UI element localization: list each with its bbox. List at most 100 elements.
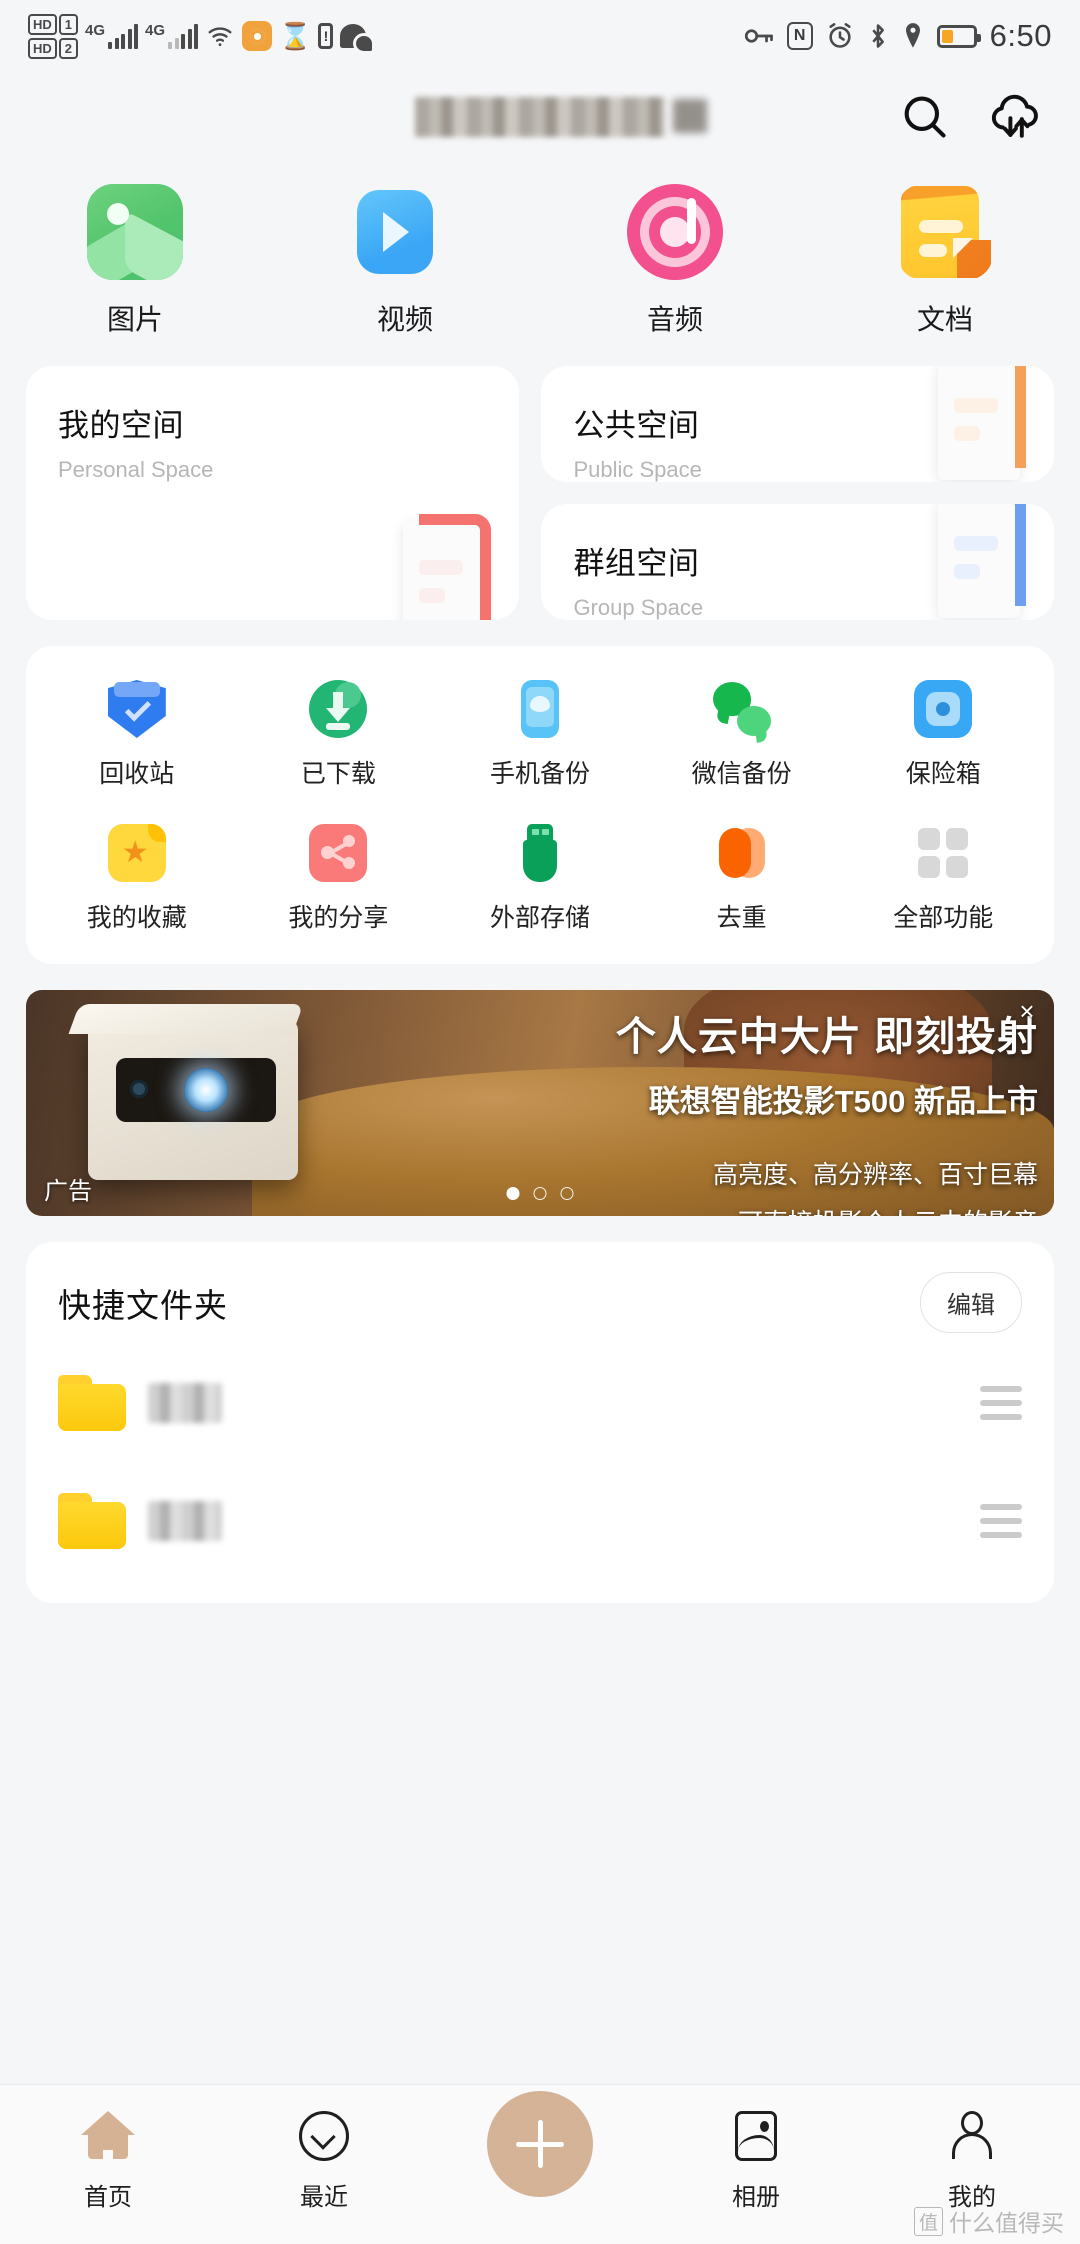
wechat-icon: [340, 24, 373, 51]
function-label: 全部功能: [893, 904, 994, 932]
function-label: 外部存储: [489, 904, 590, 932]
nfc-icon: N: [786, 22, 813, 50]
carousel-dot-2[interactable]: [533, 1187, 547, 1200]
nav-item-add[interactable]: [432, 2091, 648, 2211]
ad-projector-image: [68, 1004, 304, 1180]
nav-item-home[interactable]: 首页: [0, 2109, 216, 2212]
function-label: 去重: [716, 904, 767, 932]
wifi-icon: [205, 23, 235, 49]
function-label: 已下载: [300, 760, 376, 788]
status-bar-right: N 6:50: [744, 18, 1052, 54]
function-item-phone-backup[interactable]: 手机备份: [439, 680, 641, 790]
status-clock: 6:50: [989, 18, 1052, 53]
alarm-icon: [826, 22, 854, 50]
cloud-transfer-icon[interactable]: [988, 89, 1044, 145]
location-icon: [902, 22, 924, 50]
function-grid: 回收站 已下载 手机备份 微信备份 保险箱 ★ 我的收藏 我的分享 外部存储 去…: [26, 646, 1054, 964]
quick-folders-header: 快捷文件夹 编辑: [58, 1272, 1022, 1333]
category-item-documents[interactable]: 文档: [810, 184, 1080, 338]
category-label: 图片: [106, 304, 163, 335]
app-header: [0, 72, 1080, 162]
nav-label: 首页: [84, 2184, 132, 2211]
battery-icon: [936, 24, 981, 48]
function-label: 手机备份: [489, 760, 590, 788]
sim-label-2: 2: [58, 37, 79, 59]
my-shares-icon: [309, 824, 368, 882]
quick-folders-card: 快捷文件夹 编辑: [26, 1242, 1054, 1603]
add-icon[interactable]: [487, 2091, 593, 2197]
space-card-public[interactable]: 公共空间 Public Space: [541, 366, 1054, 482]
picture-icon: [87, 184, 183, 280]
space-subtitle: Personal Space: [58, 457, 214, 482]
function-item-deduplicate[interactable]: 去重: [641, 824, 843, 934]
public-space-art-icon: [938, 366, 1038, 482]
status-bar: HD 1 HD 2 4G 4G ⌛ ! N 6:50: [0, 0, 1080, 72]
bluetooth-icon: [867, 22, 889, 50]
sim-alert-icon: !: [318, 23, 334, 49]
category-row: 图片 视频 音频 文档: [0, 162, 1080, 366]
safe-box-icon: [914, 680, 973, 738]
function-item-downloaded[interactable]: 已下载: [238, 680, 440, 790]
phone-backup-icon: [511, 680, 569, 738]
category-item-pictures[interactable]: 图片: [0, 184, 270, 338]
space-card-personal[interactable]: 我的空间 Personal Space: [26, 366, 520, 620]
quick-folder-item[interactable]: [58, 1473, 1022, 1569]
carousel-dot-1[interactable]: [506, 1187, 520, 1200]
document-icon: [897, 184, 993, 280]
nav-item-recent[interactable]: 最近: [216, 2109, 432, 2212]
search-icon[interactable]: [896, 89, 952, 145]
carousel-dot-3[interactable]: [560, 1187, 574, 1200]
function-item-my-shares[interactable]: 我的分享: [238, 824, 440, 934]
network-type-1: 4G: [85, 22, 106, 39]
nav-item-profile[interactable]: 我的: [864, 2109, 1080, 2212]
page-title: [415, 97, 665, 137]
category-item-audio[interactable]: 音频: [540, 184, 810, 338]
quick-folder-item[interactable]: [58, 1355, 1022, 1451]
personal-space-art-icon: [403, 514, 503, 620]
function-label: 我的分享: [288, 904, 389, 932]
group-space-art-icon: [938, 504, 1038, 620]
recycle-bin-icon: [107, 680, 166, 738]
space-title: 我的空间: [58, 408, 184, 443]
category-item-videos[interactable]: 视频: [270, 184, 540, 338]
function-item-favorites[interactable]: ★ 我的收藏: [36, 824, 238, 934]
header-actions: [896, 89, 1044, 145]
sim-label-1: 1: [58, 13, 79, 35]
ad-headline: 个人云中大片 即刻投射: [615, 1015, 1038, 1059]
ad-carousel-dots[interactable]: [506, 1187, 574, 1200]
hd-label-2: HD: [28, 37, 57, 59]
close-icon[interactable]: ×: [1012, 996, 1042, 1026]
function-item-all-functions[interactable]: 全部功能: [842, 824, 1044, 934]
space-card-group[interactable]: 群组空间 Group Space: [541, 504, 1054, 620]
function-item-external-storage[interactable]: 外部存储: [439, 824, 641, 934]
favorites-icon: ★: [107, 824, 166, 882]
bottom-navigation: 首页 最近 相册 我的 值 什么值得买: [0, 2084, 1080, 2244]
video-icon: [357, 184, 453, 280]
signal-4g-1-icon: 4G: [85, 22, 139, 49]
watermark: 值 什么值得买: [913, 2204, 1064, 2238]
ad-label: 广告: [44, 1178, 92, 1205]
watermark-mark: 值: [913, 2206, 943, 2236]
status-bar-left: HD 1 HD 2 4G 4G ⌛ !: [28, 13, 373, 59]
hd-label-1: HD: [28, 13, 57, 35]
drag-handle-icon[interactable]: [980, 1504, 1022, 1538]
wechat-backup-icon: [712, 680, 771, 738]
nav-item-album[interactable]: 相册: [648, 2109, 864, 2212]
album-icon: [729, 2109, 783, 2163]
ad-banner[interactable]: 个人云中大片 即刻投射 联想智能投影T500 新品上市 高亮度、高分辨率、百寸巨…: [26, 990, 1054, 1216]
function-item-wechat-backup[interactable]: 微信备份: [641, 680, 843, 790]
folder-icon: [58, 1493, 126, 1549]
hd-dual-sim-icon: HD 1 HD 2: [28, 13, 79, 59]
category-label: 视频: [376, 304, 433, 335]
recent-icon: [297, 2109, 351, 2163]
folder-name: [148, 1501, 222, 1541]
edit-button[interactable]: 编辑: [920, 1272, 1022, 1333]
nav-label: 相册: [732, 2184, 780, 2211]
spaces-right-column: 公共空间 Public Space 群组空间 Group Space: [541, 366, 1054, 620]
all-functions-icon: [914, 824, 972, 882]
function-item-safe-box[interactable]: 保险箱: [842, 680, 1044, 790]
profile-icon: [945, 2109, 999, 2163]
drag-handle-icon[interactable]: [980, 1386, 1022, 1420]
function-item-recycle-bin[interactable]: 回收站: [36, 680, 238, 790]
deduplicate-icon: [713, 824, 771, 882]
